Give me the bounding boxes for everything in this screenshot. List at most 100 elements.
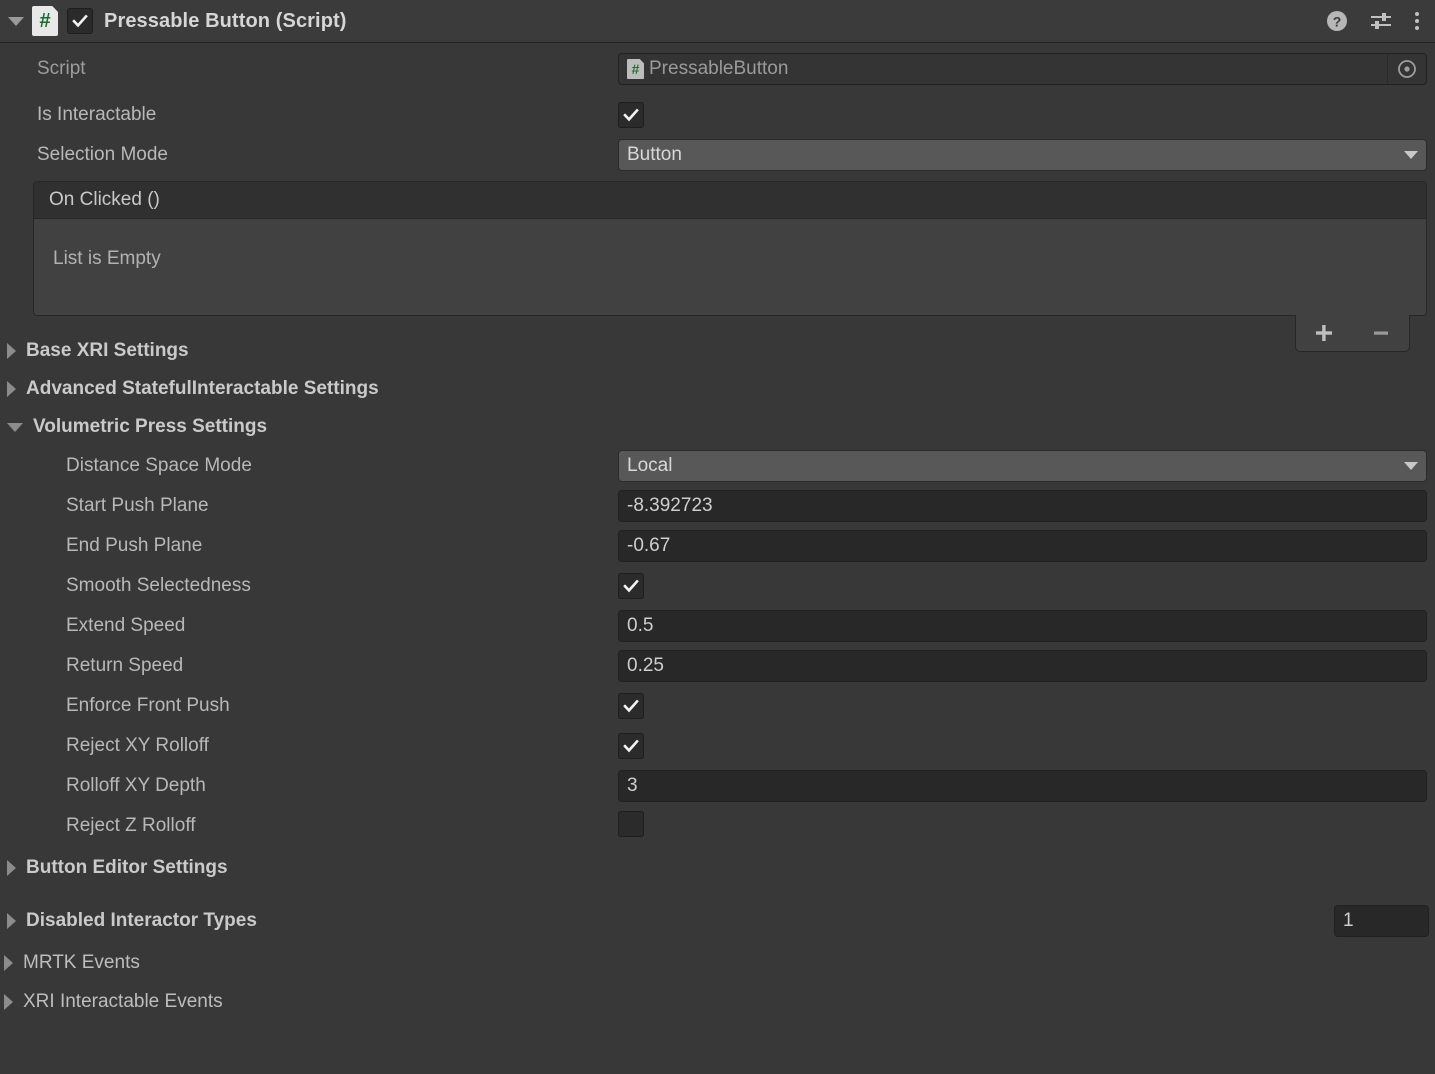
disabled-interactor-types-foldout[interactable]: Disabled Interactor Types (0, 910, 257, 932)
smooth-selectedness-row: Smooth Selectedness (0, 566, 1435, 606)
distance-space-mode-row: Distance Space Mode Local (0, 446, 1435, 486)
is-interactable-row: Is Interactable (0, 95, 1435, 135)
section-button-editor-settings[interactable]: Button Editor Settings (0, 849, 1435, 887)
chevron-right-icon (7, 913, 16, 929)
add-event-button[interactable] (1307, 315, 1341, 351)
chevron-right-icon (4, 993, 13, 1010)
end-push-plane-input[interactable]: -0.67 (618, 530, 1427, 562)
rolloff-xy-depth-field: 3 (618, 770, 1427, 802)
start-push-plane-label: Start Push Plane (66, 495, 209, 516)
extend-speed-row: Extend Speed 0.5 (0, 606, 1435, 646)
distance-space-mode-dropdown[interactable]: Local (618, 450, 1427, 482)
chevron-right-icon (7, 343, 16, 359)
end-push-plane-field: -0.67 (618, 530, 1427, 562)
script-object-field[interactable]: # PressableButton (618, 53, 1427, 85)
return-speed-row: Return Speed 0.25 (0, 646, 1435, 686)
end-push-plane-row: End Push Plane -0.67 (0, 526, 1435, 566)
enforce-front-push-checkbox[interactable] (618, 692, 644, 719)
component-title: Pressable Button (Script) (104, 9, 347, 32)
distance-space-mode-field: Local (618, 450, 1427, 482)
enforce-front-push-label: Enforce Front Push (66, 695, 230, 716)
return-speed-input[interactable]: 0.25 (618, 650, 1427, 682)
return-speed-label: Return Speed (66, 655, 184, 676)
section-label: Button Editor Settings (26, 857, 228, 878)
section-base-xri-settings[interactable]: Base XRI Settings (0, 332, 1435, 370)
event-list-header[interactable]: On Clicked () (34, 182, 1426, 219)
section-xri-interactable-events[interactable]: XRI Interactable Events (0, 982, 1435, 1021)
header-icon-group: ? (1325, 9, 1421, 33)
component-header[interactable]: # Pressable Button (Script) ? (0, 0, 1435, 43)
section-advanced-stateful-interactable-settings[interactable]: Advanced StatefulInteractable Settings (0, 370, 1435, 408)
rolloff-xy-depth-input[interactable]: 3 (618, 770, 1427, 802)
selection-mode-dropdown[interactable]: Button (618, 139, 1427, 171)
distance-space-mode-value: Local (627, 455, 673, 476)
return-speed-field: 0.25 (618, 650, 1427, 682)
help-icon[interactable]: ? (1325, 9, 1349, 33)
chevron-right-icon (7, 381, 16, 397)
disabled-interactor-types-size-input[interactable]: 1 (1334, 905, 1429, 937)
selection-mode-row: Selection Mode Button (0, 135, 1435, 175)
svg-text:?: ? (1333, 14, 1342, 30)
enforce-front-push-row: Enforce Front Push (0, 686, 1435, 726)
extend-speed-field: 0.5 (618, 610, 1427, 642)
enforce-front-push-field (618, 692, 1427, 720)
selection-mode-label: Selection Mode (37, 144, 168, 165)
component-enabled-checkbox[interactable] (67, 8, 93, 34)
reject-xy-rolloff-label: Reject XY Rolloff (66, 735, 209, 756)
smooth-selectedness-checkbox[interactable] (618, 572, 644, 599)
chevron-down-icon (1404, 462, 1418, 470)
remove-event-button[interactable] (1364, 315, 1398, 351)
reject-z-rolloff-label: Reject Z Rolloff (66, 815, 196, 836)
reject-xy-rolloff-field (618, 732, 1427, 760)
extend-speed-input[interactable]: 0.5 (618, 610, 1427, 642)
component-foldout-arrow-icon[interactable] (8, 16, 24, 26)
section-label: Base XRI Settings (26, 340, 189, 361)
extend-speed-label: Extend Speed (66, 615, 186, 636)
section-label: XRI Interactable Events (23, 990, 223, 1012)
more-menu-icon[interactable] (1413, 9, 1421, 33)
distance-space-mode-label: Distance Space Mode (66, 455, 252, 476)
section-mrtk-events[interactable]: MRTK Events (0, 943, 1435, 982)
selection-mode-field: Button (618, 139, 1427, 171)
section-label: Volumetric Press Settings (33, 416, 268, 437)
script-value: PressableButton (649, 58, 789, 79)
chevron-right-icon (7, 860, 16, 876)
section-volumetric-press-settings[interactable]: Volumetric Press Settings (0, 408, 1435, 446)
csharp-file-icon: # (627, 59, 644, 79)
selection-mode-value: Button (627, 144, 682, 165)
event-list-box: On Clicked () List is Empty (33, 181, 1427, 316)
reject-z-rolloff-field (618, 810, 1427, 842)
reject-xy-rolloff-row: Reject XY Rolloff (0, 726, 1435, 766)
disabled-interactor-types-size-field: 1 (1334, 905, 1429, 937)
reject-z-rolloff-row: Reject Z Rolloff (0, 806, 1435, 846)
section-label: Advanced StatefulInteractable Settings (26, 378, 379, 399)
csharp-script-icon: # (32, 6, 58, 36)
start-push-plane-row: Start Push Plane -8.392723 (0, 486, 1435, 526)
event-list-empty-text: List is Empty (53, 248, 161, 269)
reject-xy-rolloff-checkbox[interactable] (618, 732, 644, 759)
chevron-right-icon (4, 954, 13, 971)
section-label: Disabled Interactor Types (26, 910, 257, 931)
on-clicked-event-list: On Clicked () List is Empty (33, 181, 1427, 352)
is-interactable-field (618, 101, 1427, 129)
rolloff-xy-depth-label: Rolloff XY Depth (66, 775, 206, 796)
end-push-plane-label: End Push Plane (66, 535, 203, 556)
start-push-plane-input[interactable]: -8.392723 (618, 490, 1427, 522)
smooth-selectedness-field (618, 572, 1427, 600)
rolloff-xy-depth-row: Rolloff XY Depth 3 (0, 766, 1435, 806)
event-list-body[interactable]: List is Empty (34, 219, 1426, 315)
smooth-selectedness-label: Smooth Selectedness (66, 575, 251, 596)
script-row: Script # PressableButton (0, 43, 1435, 95)
script-field-container: # PressableButton (618, 53, 1427, 85)
chevron-down-icon (1404, 151, 1418, 159)
chevron-down-icon (7, 422, 23, 432)
event-list-footer (1295, 315, 1410, 352)
reject-z-rolloff-checkbox[interactable] (618, 810, 644, 837)
disabled-interactor-types-row: Disabled Interactor Types 1 (0, 899, 1435, 943)
is-interactable-checkbox[interactable] (618, 101, 644, 128)
object-picker-button[interactable] (1387, 54, 1426, 84)
script-label: Script (37, 58, 86, 79)
section-label: MRTK Events (23, 951, 140, 973)
preset-icon[interactable] (1368, 9, 1394, 33)
start-push-plane-field: -8.392723 (618, 490, 1427, 522)
